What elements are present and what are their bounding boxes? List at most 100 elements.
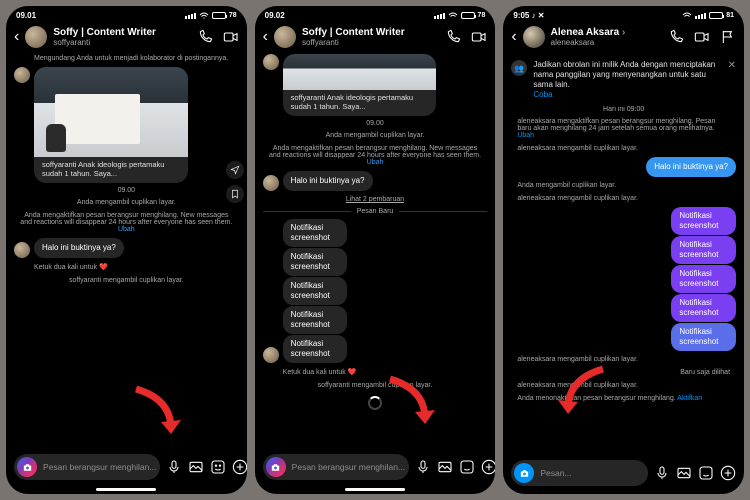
avatar[interactable] xyxy=(274,26,296,48)
shared-post-image[interactable] xyxy=(34,67,188,157)
chat-subtitle: aleneaksara xyxy=(551,38,662,47)
timestamp: Hari ini 09:00 xyxy=(511,106,736,113)
phone-screenshot-2: 09.02 78 ‹ Soffy | Content Writer soffya… xyxy=(255,6,496,494)
battery-icon xyxy=(461,12,475,19)
input-placeholder: Pesan berangsur menghilan... xyxy=(292,462,405,472)
incoming-message[interactable]: Notifikasi screenshot xyxy=(283,248,348,276)
chat-title: Soffy | Content Writer xyxy=(53,27,190,38)
chat-header: ‹ Soffy | Content Writer soffyaranti xyxy=(255,22,496,54)
chat-scroll[interactable]: Hari ini 09:00 aleneaksara mengaktifkan … xyxy=(503,106,744,454)
outgoing-message[interactable]: Halo ini buktinya ya? xyxy=(646,157,736,177)
add-button[interactable] xyxy=(232,459,246,475)
input-placeholder: Pesan... xyxy=(540,468,644,478)
status-bar: 09.01 78 xyxy=(6,6,247,22)
camera-button[interactable] xyxy=(266,457,286,477)
video-call-button[interactable] xyxy=(223,29,239,45)
chat-header: ‹ Alenea Aksara › aleneaksara xyxy=(503,22,744,54)
change-link[interactable]: Ubah xyxy=(367,159,384,166)
see-updates[interactable]: Lihat 2 pembaruan xyxy=(263,195,488,204)
screenshot-notice: aleneaksara mengambil cuplikan layar. xyxy=(511,381,736,390)
gallery-button[interactable] xyxy=(188,459,204,475)
signal-icon xyxy=(695,13,706,19)
change-link[interactable]: Ubah xyxy=(517,132,534,139)
chat-scroll[interactable]: soffyaranti Anak ideologis pertamaku sud… xyxy=(255,54,496,448)
mic-button[interactable] xyxy=(166,459,182,475)
vanish-notice: Anda mengaktifkan pesan berangsur menghi… xyxy=(263,144,488,167)
outgoing-message[interactable]: Notifikasi screenshot xyxy=(671,323,736,351)
wifi-icon xyxy=(682,12,692,20)
outgoing-message[interactable]: Notifikasi screenshot xyxy=(671,265,736,293)
avatar[interactable] xyxy=(25,26,47,48)
chat-scroll[interactable]: Mengundang Anda untuk menjadi kolaborato… xyxy=(6,54,247,448)
shared-post-image[interactable] xyxy=(283,54,437,90)
sticker-button[interactable] xyxy=(698,465,714,481)
gallery-button[interactable] xyxy=(437,459,453,475)
bookmark-icon[interactable] xyxy=(226,185,244,203)
screenshot-notice: soffyaranti mengambil cuplikan layar. xyxy=(263,381,488,390)
back-button[interactable]: ‹ xyxy=(14,28,19,46)
screenshot-notice: soffyaranti mengambil cuplikan layar. xyxy=(14,276,239,285)
message-input[interactable]: Pesan... xyxy=(511,460,648,486)
screenshot-notice: Anda mengambil cuplikan layar. xyxy=(511,181,736,190)
video-call-button[interactable] xyxy=(471,29,487,45)
double-tap-hint: Ketuk dua kali untuk ❤️ xyxy=(14,262,239,272)
incoming-message[interactable]: Halo ini buktinya ya? xyxy=(34,238,124,258)
new-message-separator: Pesan Baru xyxy=(263,208,488,215)
message-input[interactable]: Pesan berangsur menghilan... xyxy=(14,454,160,480)
header-title-block[interactable]: Soffy | Content Writer soffyaranti xyxy=(302,27,439,47)
sticker-button[interactable] xyxy=(210,459,226,475)
incoming-message[interactable]: Notifikasi screenshot xyxy=(283,306,348,334)
outgoing-message[interactable]: Notifikasi screenshot xyxy=(671,207,736,235)
gallery-button[interactable] xyxy=(676,465,692,481)
input-placeholder: Pesan berangsur menghilan... xyxy=(43,462,156,472)
avatar[interactable] xyxy=(523,26,545,48)
call-button[interactable] xyxy=(197,29,213,45)
battery-icon xyxy=(709,12,723,19)
try-link[interactable]: Coba xyxy=(533,90,552,99)
msg-avatar xyxy=(14,242,30,258)
header-title-block[interactable]: Soffy | Content Writer soffyaranti xyxy=(53,27,190,47)
status-time: 09.02 xyxy=(265,11,285,20)
screenshot-notice: aleneaksara mengambil cuplikan layar. xyxy=(511,355,736,364)
incoming-message[interactable]: Halo ini buktinya ya? xyxy=(283,171,373,191)
invite-text: Mengundang Anda untuk menjadi kolaborato… xyxy=(14,54,239,63)
vanish-deactivate-notice: Anda menonaktifkan pesan berangsur mengh… xyxy=(511,394,736,403)
flag-button[interactable] xyxy=(720,29,736,45)
vanish-notice: aleneaksara mengaktifkan pesan berangsur… xyxy=(511,117,736,140)
add-button[interactable] xyxy=(481,459,495,475)
change-link[interactable]: Ubah xyxy=(118,226,135,233)
incoming-message[interactable]: Notifikasi screenshot xyxy=(283,219,348,247)
video-call-button[interactable] xyxy=(694,29,710,45)
nickname-tip: 👥 Jadikan obrolan ini milik Anda dengan … xyxy=(503,54,744,106)
incoming-message[interactable]: Notifikasi screenshot xyxy=(283,277,348,305)
status-bar: 9:05 ♪ ✕ 81 xyxy=(503,6,744,22)
activate-link[interactable]: Aktifkan xyxy=(677,395,702,402)
chat-title: Soffy | Content Writer xyxy=(302,27,439,38)
post-caption: soffyaranti Anak ideologis pertamaku sud… xyxy=(283,88,437,116)
vanish-notice: Anda mengaktifkan pesan berangsur menghi… xyxy=(14,211,239,234)
home-indicator xyxy=(345,488,405,491)
back-button[interactable]: ‹ xyxy=(511,28,516,46)
message-input-bar: Pesan... xyxy=(503,454,744,494)
mic-button[interactable] xyxy=(415,459,431,475)
message-input[interactable]: Pesan berangsur menghilan... xyxy=(263,454,409,480)
mic-button[interactable] xyxy=(654,465,670,481)
tip-avatar-icon: 👥 xyxy=(511,60,527,76)
call-button[interactable] xyxy=(445,29,461,45)
back-button[interactable]: ‹ xyxy=(263,28,268,46)
camera-button[interactable] xyxy=(514,463,534,483)
msg-avatar xyxy=(263,347,279,363)
send-plane-icon[interactable] xyxy=(226,161,244,179)
header-title-block[interactable]: Alenea Aksara › aleneaksara xyxy=(551,27,662,47)
incoming-message[interactable]: Notifikasi screenshot xyxy=(283,335,348,363)
dismiss-tip-button[interactable]: ✕ xyxy=(728,60,736,71)
outgoing-message[interactable]: Notifikasi screenshot xyxy=(671,236,736,264)
add-button[interactable] xyxy=(720,465,736,481)
sticker-button[interactable] xyxy=(459,459,475,475)
outgoing-message[interactable]: Notifikasi screenshot xyxy=(671,294,736,322)
screenshot-notice: Anda mengambil cuplikan layar. xyxy=(263,131,488,140)
status-time: 9:05 ♪ ✕ xyxy=(513,11,544,20)
camera-button[interactable] xyxy=(17,457,37,477)
chat-title: Alenea Aksara › xyxy=(551,27,662,38)
call-button[interactable] xyxy=(668,29,684,45)
